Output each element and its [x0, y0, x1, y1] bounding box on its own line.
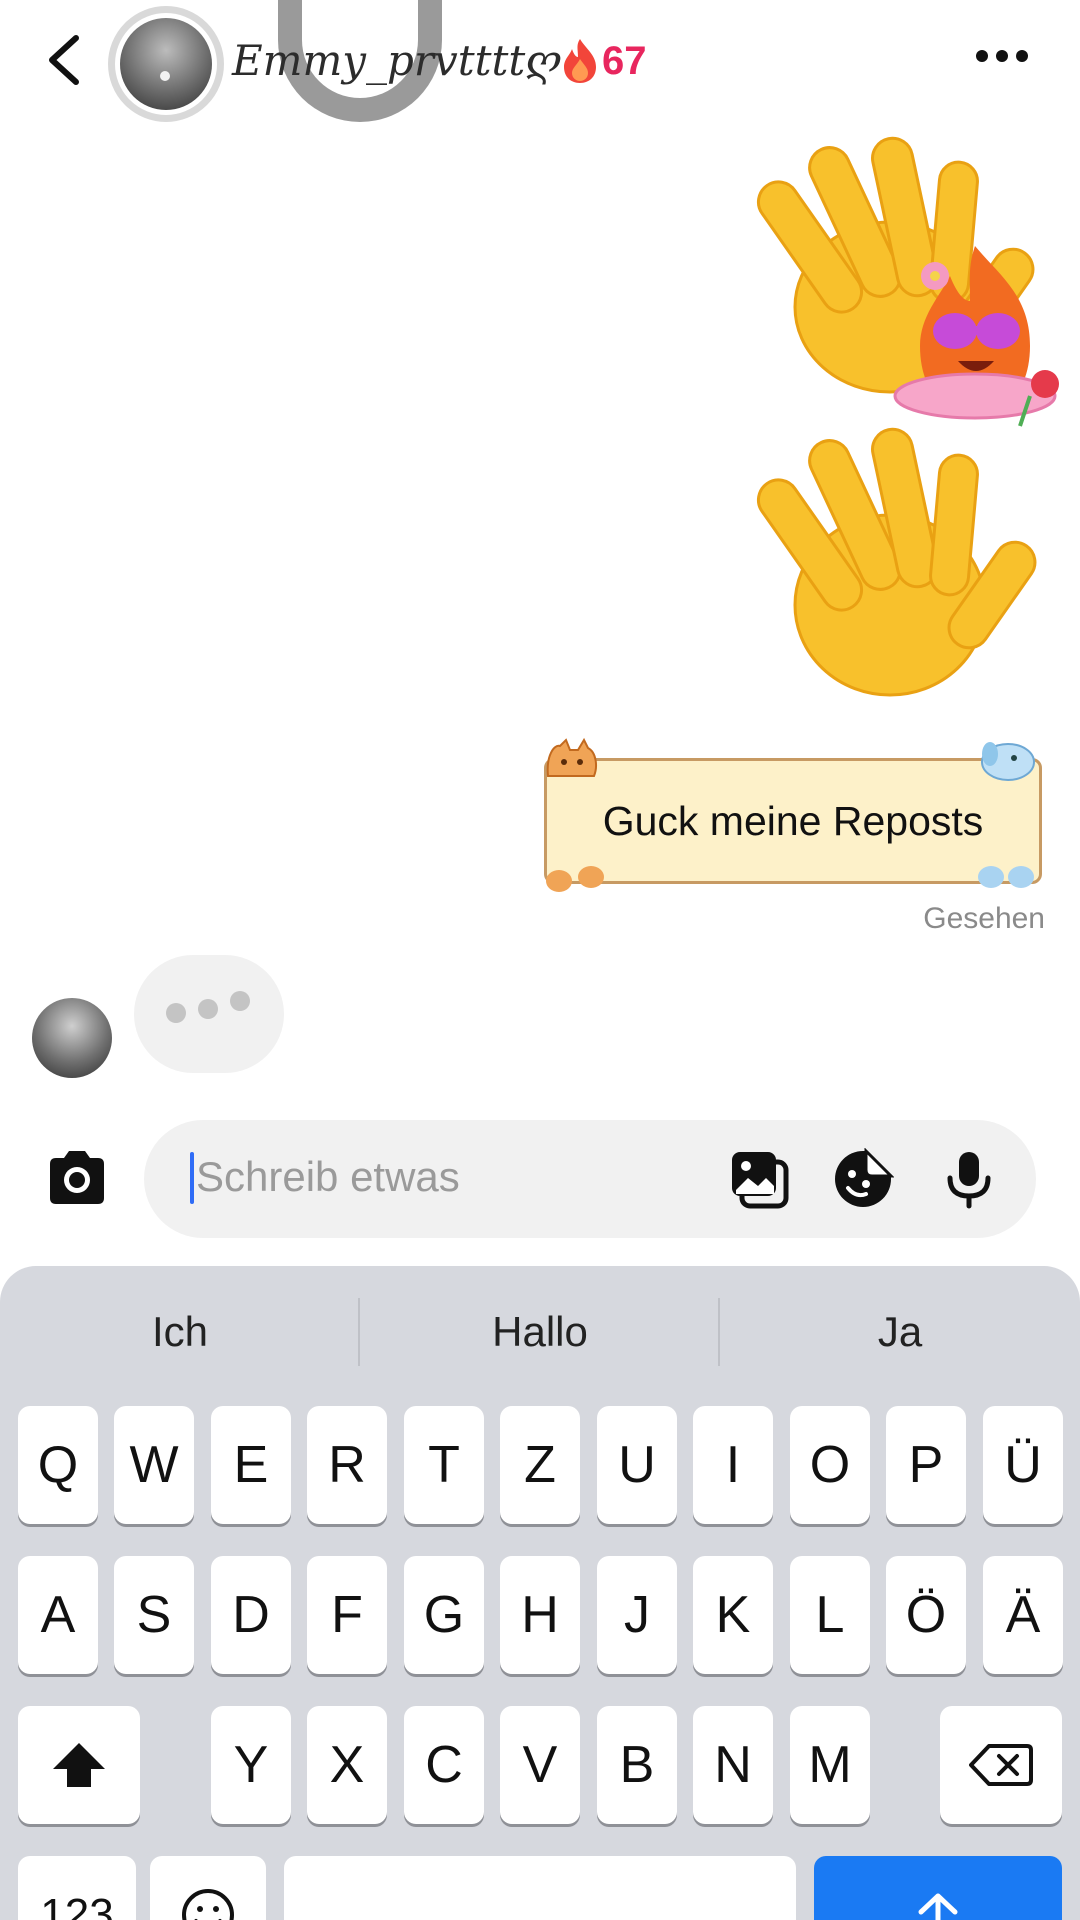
- typing-indicator: [134, 955, 284, 1073]
- typing-dot: [198, 999, 218, 1019]
- microphone-icon[interactable]: [938, 1148, 1000, 1210]
- avatar[interactable]: [108, 6, 224, 122]
- key[interactable]: F: [307, 1556, 387, 1674]
- key[interactable]: A: [18, 1556, 98, 1674]
- key[interactable]: Z: [500, 1406, 580, 1524]
- message-input[interactable]: [196, 1147, 696, 1207]
- paw-decoration: [578, 866, 604, 888]
- key[interactable]: E: [211, 1406, 291, 1524]
- camera-icon[interactable]: [44, 1148, 110, 1208]
- username[interactable]: Emmy_prvttttღ: [232, 36, 562, 85]
- key[interactable]: Ö: [886, 1556, 966, 1674]
- suggestion-divider: [718, 1298, 720, 1366]
- key[interactable]: D: [211, 1556, 291, 1674]
- key[interactable]: L: [790, 1556, 870, 1674]
- paw-decoration: [546, 870, 572, 892]
- paw-decoration: [1008, 866, 1034, 888]
- key[interactable]: T: [404, 1406, 484, 1524]
- note-message-text: Guck meine Reposts: [602, 797, 984, 844]
- key[interactable]: V: [500, 1706, 580, 1824]
- typing-user-avatar[interactable]: [32, 998, 112, 1078]
- key[interactable]: N: [693, 1706, 773, 1824]
- key[interactable]: O: [790, 1406, 870, 1524]
- key[interactable]: U: [597, 1406, 677, 1524]
- backspace-icon: [969, 1744, 1033, 1786]
- emoji-key[interactable]: [150, 1856, 266, 1920]
- typing-dot: [230, 991, 250, 1011]
- key[interactable]: H: [500, 1556, 580, 1674]
- streak-badge: 67: [560, 36, 647, 86]
- emoji-icon: [182, 1889, 234, 1920]
- key[interactable]: G: [404, 1556, 484, 1674]
- suggestion-3[interactable]: Ja: [730, 1300, 1070, 1364]
- send-key[interactable]: [814, 1856, 1062, 1920]
- key[interactable]: Ü: [983, 1406, 1063, 1524]
- key[interactable]: I: [693, 1406, 773, 1524]
- chat-header: Emmy_prvttttღ 67: [0, 0, 1080, 122]
- key[interactable]: B: [597, 1706, 677, 1824]
- paw-decoration: [978, 866, 1004, 888]
- key[interactable]: J: [597, 1556, 677, 1674]
- fire-mascot-sticker: [893, 246, 1059, 427]
- numbers-key[interactable]: 123: [18, 1856, 136, 1920]
- key[interactable]: C: [404, 1706, 484, 1824]
- key[interactable]: P: [886, 1406, 966, 1524]
- gallery-icon[interactable]: [728, 1148, 790, 1210]
- key[interactable]: W: [114, 1406, 194, 1524]
- key[interactable]: S: [114, 1556, 194, 1674]
- key[interactable]: Q: [18, 1406, 98, 1524]
- space-key[interactable]: [284, 1856, 796, 1920]
- back-chevron-icon[interactable]: [40, 30, 88, 90]
- suggestion-1[interactable]: Ich: [10, 1300, 350, 1364]
- more-icon[interactable]: [972, 46, 1032, 66]
- key[interactable]: K: [693, 1556, 773, 1674]
- sticker-icon[interactable]: [832, 1148, 894, 1210]
- key[interactable]: X: [307, 1706, 387, 1824]
- note-message-bubble[interactable]: Guck meine Reposts: [544, 758, 1042, 884]
- waving-hand-emoji: [756, 427, 1037, 697]
- send-arrow-icon: [918, 1893, 958, 1920]
- avatar-image: [120, 18, 212, 110]
- shift-icon: [53, 1743, 105, 1787]
- key[interactable]: Y: [211, 1706, 291, 1824]
- key[interactable]: M: [790, 1706, 870, 1824]
- key[interactable]: R: [307, 1406, 387, 1524]
- cat-sticker-icon: [546, 737, 597, 777]
- suggestion-divider: [358, 1298, 360, 1366]
- typing-dot: [166, 1003, 186, 1023]
- shift-key[interactable]: [18, 1706, 140, 1824]
- suggestion-2[interactable]: Hallo: [370, 1300, 710, 1364]
- text-caret: [190, 1152, 194, 1204]
- key[interactable]: Ä: [983, 1556, 1063, 1674]
- fire-icon: [564, 39, 596, 83]
- streak-count: 67: [602, 38, 647, 83]
- seen-status: Gesehen: [923, 902, 1045, 935]
- dog-sticker-icon: [981, 742, 1035, 781]
- backspace-key[interactable]: [940, 1706, 1062, 1824]
